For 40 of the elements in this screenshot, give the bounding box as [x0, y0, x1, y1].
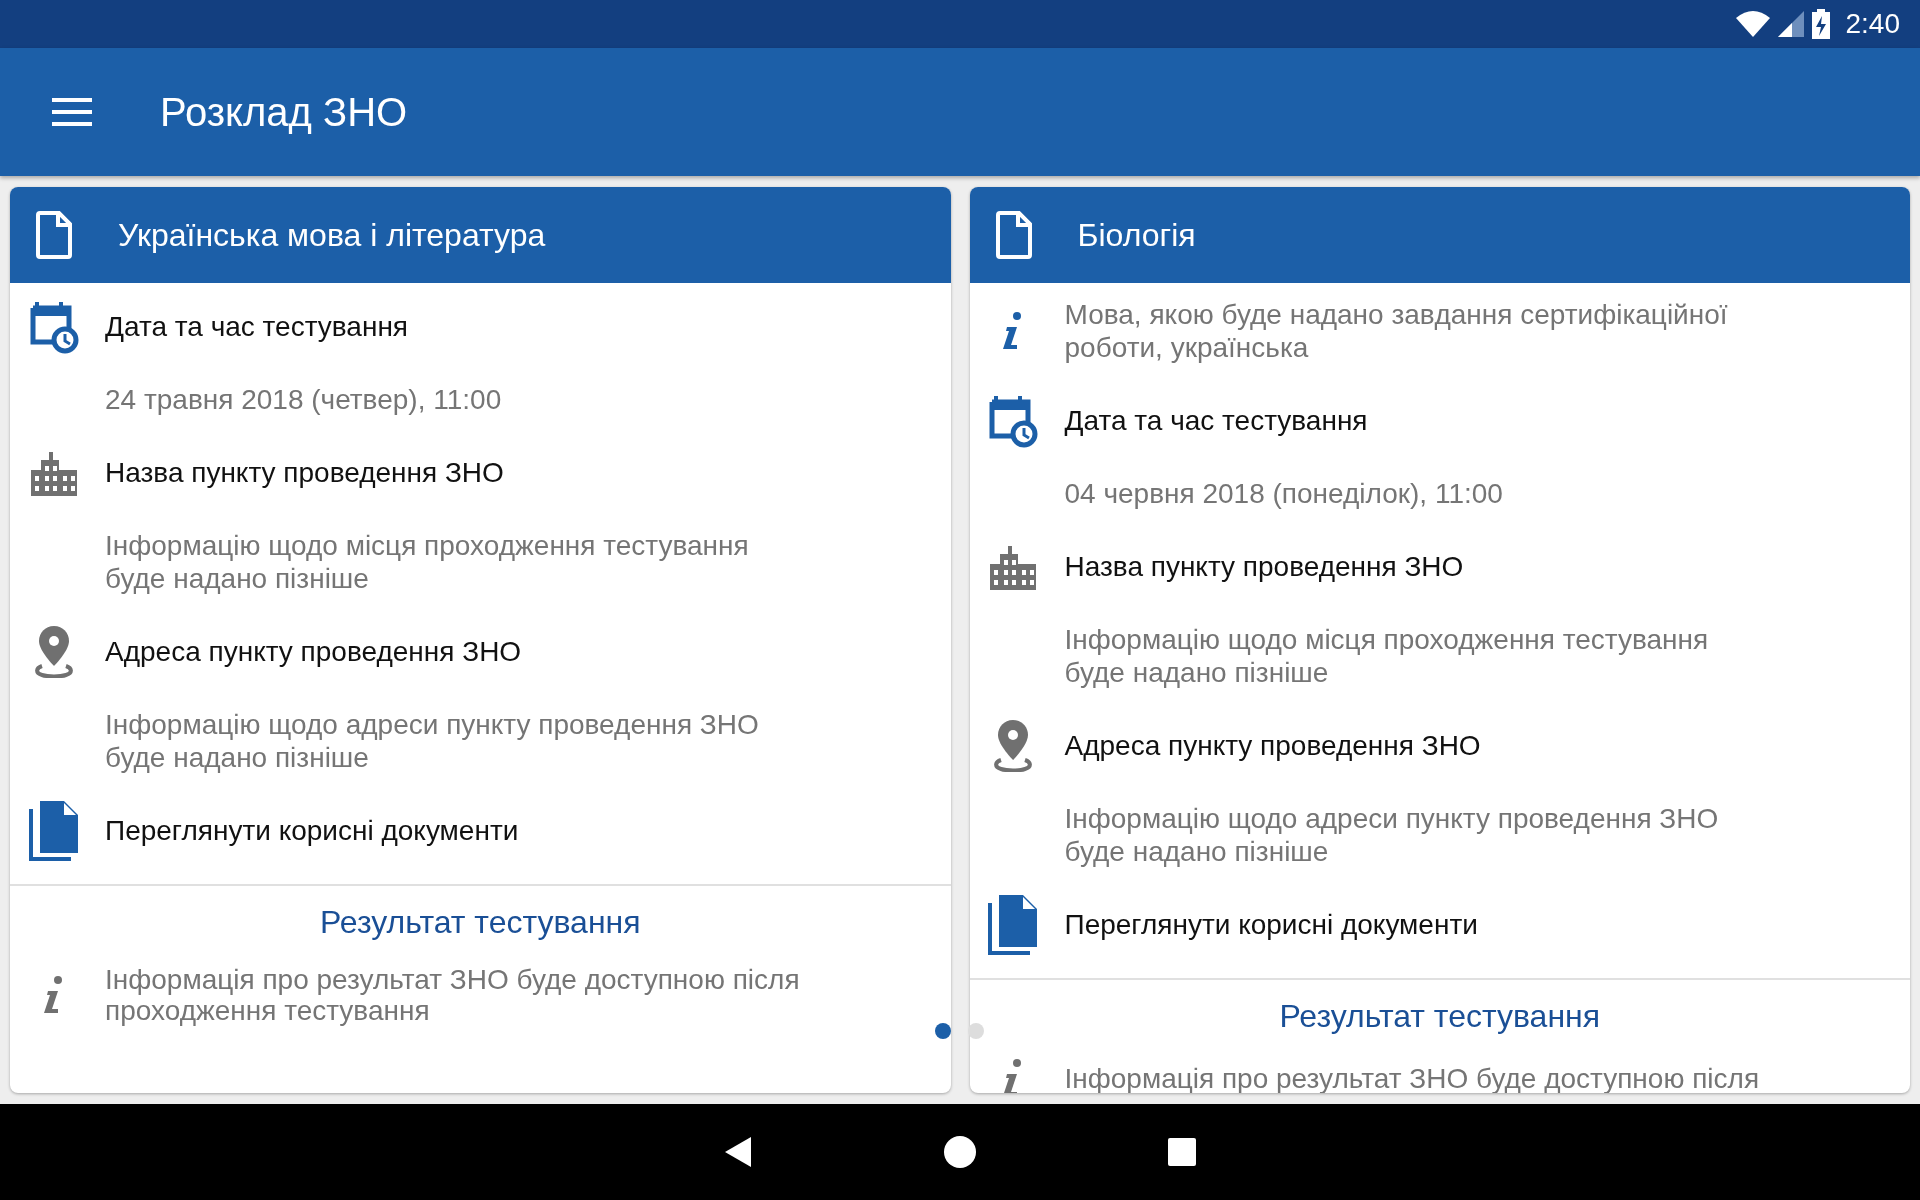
documents-icon [987, 895, 1039, 955]
subject-title: Біологія [1077, 216, 1196, 254]
home-icon[interactable] [943, 1135, 977, 1169]
result-heading: Результат тестування [1279, 998, 1601, 1034]
battery-charging-icon [1811, 9, 1830, 39]
section-detail: Інформацію щодо адреси пункту проведення ЗНО буде надано пізніше [1064, 802, 1720, 868]
location-pin-icon [32, 626, 75, 678]
wifi-icon [1735, 11, 1770, 37]
section-detail: Інформацію щодо місця проходження тестування буде надано пізніше [1064, 623, 1710, 689]
section-title: Назва пункту проведення ЗНО [105, 457, 504, 489]
file-icon [994, 210, 1033, 260]
page-dot[interactable] [968, 1023, 984, 1039]
building-icon [30, 450, 77, 496]
back-icon[interactable] [723, 1135, 753, 1169]
section-title: Адреса пункту проведення ЗНО [1064, 730, 1481, 762]
language-text: Мова, якою буде надано завдання сертифікаційної роботи, українська [1064, 298, 1728, 364]
section-detail: 04 червня 2018 (понеділок), 11:00 [1064, 477, 1504, 510]
documents-icon [27, 801, 80, 861]
result-text: Інформація про результат ЗНО буде доступною після проходження тестування [105, 964, 800, 1026]
status-time: 2:40 [1845, 8, 1900, 40]
file-icon [35, 210, 73, 260]
location-pin-icon [992, 720, 1034, 772]
building-icon [990, 544, 1036, 590]
result-text: Інформація про результат ЗНО буде доступною після [1064, 1062, 1760, 1093]
result-heading: Результат тестування [319, 904, 641, 940]
subject-title: Українська мова і література [118, 216, 546, 254]
section-title: Назва пункту проведення ЗНО [1064, 551, 1464, 583]
section-title: Адреса пункту проведення ЗНО [105, 636, 522, 668]
documents-link[interactable]: Переглянути корисні документи [105, 815, 519, 847]
recents-icon[interactable] [1167, 1137, 1197, 1167]
section-detail: Інформацію щодо адреси пункту проведення ЗНО буде надано пізніше [105, 708, 760, 774]
section-title: Дата та час тестування [1064, 405, 1368, 437]
calendar-clock-icon [988, 394, 1038, 448]
section-detail: 24 травня 2018 (четвер), 11:00 [105, 383, 503, 416]
signal-icon [1777, 11, 1804, 37]
documents-link[interactable]: Переглянути корисні документи [1064, 909, 1478, 941]
app-title: Розклад ЗНО [160, 89, 408, 135]
section-detail: Інформацію щодо місця проходження тестування буде надано пізніше [105, 529, 750, 595]
section-title: Дата та час тестування [105, 311, 409, 343]
calendar-clock-icon [28, 300, 79, 354]
